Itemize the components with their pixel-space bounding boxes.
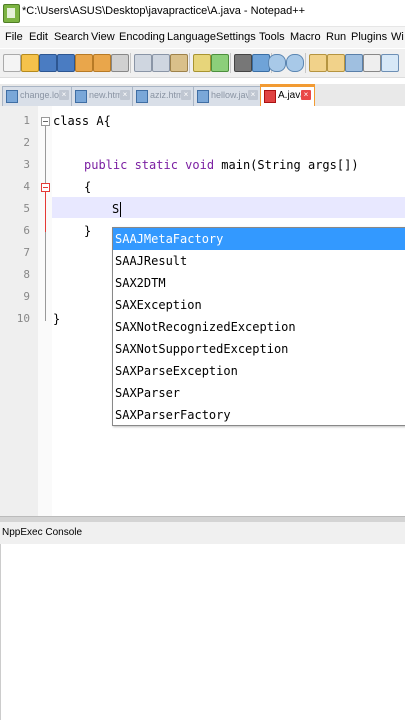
line-number: 1	[23, 114, 30, 127]
autocomplete-item[interactable]: SAXParser	[113, 382, 405, 404]
autocomplete-item[interactable]: SAAJResult	[113, 250, 405, 272]
menu-file[interactable]: File	[5, 31, 23, 43]
close-icon[interactable]: ×	[59, 90, 69, 100]
menu-run[interactable]: Run	[326, 31, 346, 43]
tab-aziz-html[interactable]: aziz.html ×	[132, 86, 194, 106]
line-number: 9	[23, 290, 30, 303]
file-icon	[197, 90, 209, 103]
autocomplete-item[interactable]: SAXException	[113, 294, 405, 316]
close-all-icon[interactable]	[93, 54, 111, 72]
autocomplete-item[interactable]: SAXParserFactory	[113, 404, 405, 426]
text-caret	[120, 202, 121, 217]
menu-bar: File Edit Search View Encoding Language …	[0, 27, 405, 48]
line-number: 6	[23, 224, 30, 237]
line-number: 3	[23, 158, 30, 171]
menu-settings[interactable]: Settings	[216, 31, 256, 43]
line-number: 7	[23, 246, 30, 259]
menu-encoding[interactable]: Encoding	[119, 31, 165, 43]
menu-language[interactable]: Language	[167, 31, 216, 43]
redo-icon[interactable]	[211, 54, 229, 72]
current-line-highlight	[52, 197, 405, 218]
save-icon[interactable]	[39, 54, 57, 72]
keyword: public static void	[84, 158, 215, 172]
code-line-4: {	[84, 180, 92, 194]
zoom-in-icon[interactable]	[268, 54, 286, 72]
new-icon[interactable]	[3, 54, 21, 72]
toolbar-separator	[189, 53, 190, 73]
tab-label: change.log	[20, 90, 65, 100]
autocomplete-item[interactable]: SAXNotRecognizedException	[113, 316, 405, 338]
tab-new-html[interactable]: new.html ×	[71, 86, 133, 106]
menu-macro[interactable]: Macro	[290, 31, 321, 43]
code-line-1: class A{	[53, 114, 111, 128]
menu-edit[interactable]: Edit	[29, 31, 48, 43]
fold-toggle-icon[interactable]	[41, 117, 50, 126]
sync-v-icon[interactable]	[309, 54, 327, 72]
cut-icon[interactable]	[134, 54, 152, 72]
console-output[interactable]	[0, 544, 405, 720]
tab-change-log[interactable]: change.log ×	[2, 86, 72, 106]
code-line-5: S	[112, 202, 120, 216]
menu-plugins[interactable]: Plugins	[351, 31, 387, 43]
console-header: NppExec Console	[0, 522, 405, 545]
line-number: 4	[23, 180, 30, 193]
zoom-out-icon[interactable]	[286, 54, 304, 72]
save-all-icon[interactable]	[57, 54, 75, 72]
wrap-icon[interactable]	[345, 54, 363, 72]
code-line-6: }	[84, 224, 92, 238]
menu-tools[interactable]: Tools	[259, 31, 285, 43]
line-number: 5	[23, 202, 30, 215]
open-icon[interactable]	[21, 54, 39, 72]
line-number: 8	[23, 268, 30, 281]
fold-toggle-icon[interactable]	[41, 183, 50, 192]
autocomplete-item[interactable]: SAX2DTM	[113, 272, 405, 294]
close-icon[interactable]	[75, 54, 93, 72]
copy-icon[interactable]	[152, 54, 170, 72]
code-text: main(String args[])	[214, 158, 359, 172]
toolbar	[0, 49, 405, 78]
file-icon	[6, 90, 18, 103]
toolbar-separator	[230, 53, 231, 73]
undo-icon[interactable]	[193, 54, 211, 72]
toolbar-separator	[130, 53, 131, 73]
find-icon[interactable]	[234, 54, 252, 72]
print-icon[interactable]	[111, 54, 129, 72]
indent-guide-icon[interactable]	[381, 54, 399, 72]
toolbar-separator	[305, 53, 306, 73]
menu-window[interactable]: Wi	[391, 31, 404, 43]
file-icon	[75, 90, 87, 103]
close-icon[interactable]: ×	[248, 90, 258, 100]
paste-icon[interactable]	[170, 54, 188, 72]
fold-margin	[38, 106, 52, 516]
console-title: NppExec Console	[2, 527, 83, 538]
close-icon[interactable]: ×	[301, 90, 311, 100]
code-line-10: }	[53, 312, 61, 326]
tab-bar: change.log × new.html × aziz.html × hell…	[0, 84, 405, 109]
menu-view[interactable]: View	[91, 31, 115, 43]
autocomplete-item[interactable]: SAXParseException	[113, 360, 405, 382]
autocomplete-item[interactable]: SAXNotSupportedException	[113, 338, 405, 360]
file-modified-icon	[264, 90, 276, 103]
line-number-gutter: 1 2 3 4 5 6 7 8 9 10	[0, 106, 38, 516]
window-title: *C:\Users\ASUS\Desktop\javapractice\A.ja…	[22, 5, 306, 17]
title-bar: *C:\Users\ASUS\Desktop\javapractice\A.ja…	[0, 0, 405, 27]
fold-guide	[45, 192, 46, 232]
sync-h-icon[interactable]	[327, 54, 345, 72]
autocomplete-popup[interactable]: SAAJMetaFactory SAAJResult SAX2DTM SAXEx…	[112, 227, 405, 426]
notepad-plus-plus-icon	[3, 4, 20, 23]
tab-hellow-java[interactable]: hellow.java ×	[193, 86, 261, 106]
menu-search[interactable]: Search	[54, 31, 89, 43]
all-chars-icon[interactable]	[363, 54, 381, 72]
file-icon	[136, 90, 148, 103]
close-icon[interactable]: ×	[181, 90, 191, 100]
code-line-3: public static void main(String args[])	[84, 158, 359, 172]
autocomplete-item[interactable]: SAAJMetaFactory	[113, 228, 405, 250]
close-icon[interactable]: ×	[120, 90, 130, 100]
line-number: 2	[23, 136, 30, 149]
line-number: 10	[16, 312, 30, 325]
